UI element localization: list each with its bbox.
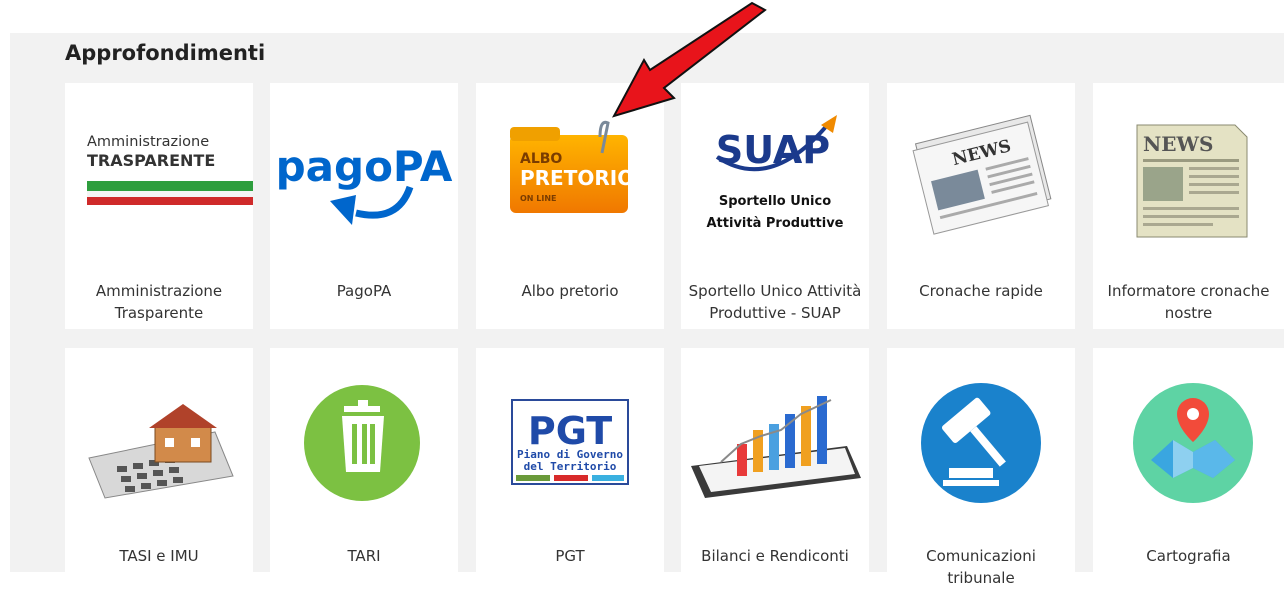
- logo-line2: TRASPARENTE: [87, 151, 215, 170]
- suap-line1: Sportello Unico: [719, 194, 831, 209]
- card-cartografia[interactable]: Cartografia: [1093, 348, 1284, 572]
- trash-bin-icon: [270, 348, 458, 533]
- card-label: TARI: [347, 547, 381, 565]
- news-old-masthead: NEWS: [1143, 132, 1213, 156]
- pagopa-logo: pagoPA: [270, 83, 458, 268]
- card-label: Cartografia: [1146, 547, 1231, 565]
- calculator-house-icon: [65, 348, 253, 533]
- pagopa-logo-text: pagoPA: [276, 142, 453, 191]
- card-label: TASI e IMU: [119, 547, 199, 565]
- card-comunicazioni-tribunale[interactable]: Comunicazioni tribunale: [887, 348, 1075, 587]
- newspaper-icon: NEWS: [887, 83, 1075, 268]
- card-cronache-rapide[interactable]: NEWS Cronache rapide: [887, 83, 1075, 329]
- card-tari[interactable]: TARI: [270, 348, 458, 572]
- amministrazione-trasparente-logo: Amministrazione TRASPARENTE: [65, 83, 255, 268]
- card-label: Informatore cronache nostre: [1107, 282, 1270, 322]
- red-annotation-arrow: [611, 1, 767, 118]
- card-tasi-imu[interactable]: TASI e IMU: [65, 348, 253, 572]
- albo-line2: PRETORIO: [520, 166, 634, 190]
- card-label: Sportello Unico Attività Produttive - SU…: [688, 282, 862, 322]
- logo-line1: Amministrazione: [87, 134, 209, 150]
- card-label: PagoPA: [336, 282, 392, 300]
- pgt-logo-text: PGT: [528, 409, 612, 453]
- albo-line1: ALBO: [520, 151, 562, 167]
- albo-line3: ON LINE: [520, 194, 557, 203]
- card-bilanci-rendiconti[interactable]: Bilanci e Rendiconti: [681, 348, 869, 572]
- pgt-line2: del Territorio: [524, 460, 617, 473]
- pgt-logo: PGT Piano di Governo del Territorio: [476, 348, 664, 533]
- card-pgt[interactable]: PGT Piano di Governo del Territorio PGT: [476, 348, 664, 572]
- card-label: Comunicazioni tribunale: [926, 547, 1036, 587]
- card-pagopa[interactable]: pagoPA PagoPA: [270, 83, 458, 329]
- card-label: Cronache rapide: [919, 282, 1043, 300]
- card-label: Albo pretorio: [521, 282, 619, 300]
- card-informatore-cronache-nostre[interactable]: NEWS Informatore cronache nostre: [1093, 83, 1284, 329]
- suap-line2: Attività Produttive: [707, 216, 844, 231]
- bar-chart-tablet-icon: [681, 348, 869, 533]
- gavel-icon: [887, 348, 1075, 533]
- section-title: Approfondimenti: [65, 41, 266, 65]
- card-label: Amministrazione Trasparente: [95, 282, 223, 322]
- card-label: PGT: [555, 547, 585, 565]
- newspaper-old-icon: NEWS: [1093, 83, 1281, 268]
- card-label: Bilanci e Rendiconti: [701, 547, 849, 565]
- map-pin-icon: [1093, 348, 1281, 533]
- card-amministrazione-trasparente[interactable]: Amministrazione TRASPARENTE Amministrazi…: [65, 83, 255, 329]
